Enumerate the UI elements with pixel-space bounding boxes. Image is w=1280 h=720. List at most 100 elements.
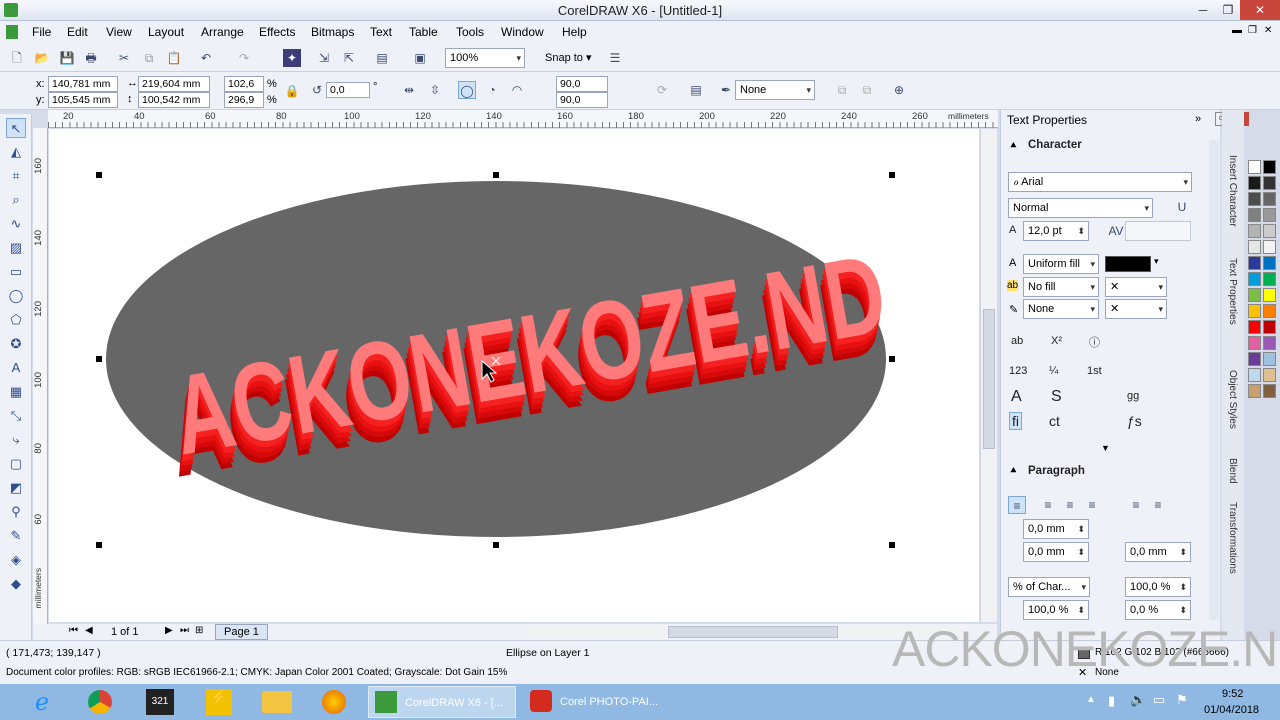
start-angle-field[interactable]: 90,0 <box>556 76 608 92</box>
opentype-label[interactable]: A <box>1011 388 1022 406</box>
task-coreldraw[interactable]: CorelDRAW X6 - [... <box>368 686 516 718</box>
text-tool-icon[interactable]: A <box>6 358 26 378</box>
convert-to-curves-icon[interactable]: ⊕ <box>890 81 908 99</box>
task-photopaint[interactable]: Corel PHOTO-PAI... <box>524 686 672 718</box>
eyedropper-tool-icon[interactable]: ⚲ <box>6 502 26 522</box>
dimension-tool-icon[interactable]: ⤡ <box>6 406 26 426</box>
h-scroll-thumb[interactable] <box>668 626 838 638</box>
align-none-icon[interactable]: ≡ <box>1008 496 1026 514</box>
palette-swatch[interactable] <box>1263 192 1276 206</box>
palette-swatch[interactable] <box>1248 320 1261 334</box>
opentype-label[interactable]: ƒs <box>1127 413 1142 429</box>
rotation-field[interactable]: 0,0 <box>326 82 370 98</box>
palette-swatch[interactable] <box>1263 352 1276 366</box>
drawing-canvas[interactable]: ACKONEKOZE.ND ACKONEKOZE.ND ACKONEKOZE.N… <box>49 129 979 622</box>
ellipse-mode-icon[interactable]: ◯ <box>458 81 476 99</box>
docker-scrollbar[interactable] <box>1209 140 1219 620</box>
connector-tool-icon[interactable]: ⤷ <box>6 430 26 450</box>
menu-window[interactable]: Window <box>501 25 544 39</box>
bg-fill-select[interactable]: No fill ▾ <box>1023 277 1099 297</box>
doc-restore-icon[interactable]: ❐ <box>1248 25 1257 36</box>
firefox-icon[interactable] <box>322 690 346 714</box>
opentype-label[interactable]: fi <box>1009 412 1022 430</box>
media-player-icon[interactable]: 321 <box>146 689 174 715</box>
menu-bitmaps[interactable]: Bitmaps <box>311 25 354 39</box>
fill-tool-icon[interactable]: ◈ <box>6 550 26 570</box>
rectangle-tool-icon[interactable]: ▭ <box>6 262 26 282</box>
tab-transformations[interactable]: Transformations <box>1227 502 1238 574</box>
undo-icon[interactable]: ↶ <box>197 49 215 67</box>
underline-icon[interactable]: U <box>1173 198 1191 216</box>
opentype-label[interactable]: ct <box>1049 413 1060 429</box>
shape-tool-icon[interactable]: ◭ <box>6 142 26 162</box>
pie-mode-icon[interactable]: ◔ <box>483 81 501 99</box>
palette-swatch[interactable] <box>1248 192 1261 206</box>
clock-time[interactable]: 9:52 <box>1222 688 1243 700</box>
end-angle-field[interactable]: 90,0 <box>556 92 608 108</box>
last-page-icon[interactable]: ⏭ <box>180 625 189 636</box>
fraction-icon[interactable]: ¼ <box>1049 365 1058 377</box>
clock-date[interactable]: 01/04/2018 <box>1204 704 1259 716</box>
search-content-icon[interactable]: ✦ <box>283 49 301 67</box>
copy-icon[interactable]: ⧉ <box>140 49 158 67</box>
outline-color-swatch[interactable]: ✕ ▾ <box>1105 299 1167 319</box>
opentype-label[interactable]: X² <box>1051 335 1062 347</box>
scroll-thumb[interactable] <box>983 309 995 449</box>
options-icon[interactable]: ☰ <box>606 49 624 67</box>
palette-swatch[interactable] <box>1263 224 1276 238</box>
fill-color-swatch[interactable] <box>1105 256 1151 272</box>
transparency-tool-icon[interactable]: ◩ <box>6 478 26 498</box>
page-tab[interactable]: Page 1 <box>215 624 268 640</box>
height-field[interactable]: 100,542 mm <box>138 92 210 108</box>
welcome-screen-icon[interactable]: ▣ <box>411 49 429 67</box>
x-position-field[interactable]: 140,781 mm <box>48 76 118 92</box>
opentype-label[interactable]: ab <box>1011 335 1023 347</box>
snap-to-button[interactable]: Snap to ▾ <box>545 51 592 64</box>
palette-swatch[interactable] <box>1248 288 1261 302</box>
force-justify-icon[interactable]: ≡ <box>1149 496 1167 514</box>
palette-swatch[interactable] <box>1263 368 1276 382</box>
palette-swatch[interactable] <box>1263 288 1276 302</box>
y-position-field[interactable]: 105,545 mm <box>48 92 118 108</box>
opentype-label[interactable]: gg <box>1127 390 1139 402</box>
palette-swatch[interactable] <box>1248 160 1261 174</box>
export-icon[interactable]: ⇱ <box>340 49 358 67</box>
expand-more-icon[interactable]: ▼ <box>1101 443 1110 453</box>
text-outline-select[interactable]: None ▾ <box>1023 299 1099 319</box>
scale-height-field[interactable]: 296,9 <box>224 92 264 108</box>
menu-effects[interactable]: Effects <box>259 25 295 39</box>
wrap-text-icon[interactable]: ▤ <box>687 81 705 99</box>
palette-swatch[interactable] <box>1248 208 1261 222</box>
first-page-icon[interactable]: ⏮ <box>69 625 78 636</box>
tray-volume-icon[interactable]: 🔈 <box>1130 692 1146 708</box>
palette-swatch[interactable] <box>1263 320 1276 334</box>
winrar-icon[interactable]: ⚡ <box>206 689 232 715</box>
to-back-icon[interactable]: ⧉ <box>858 81 876 99</box>
close-window-button[interactable]: ✕ <box>1240 0 1280 20</box>
palette-swatch[interactable] <box>1248 272 1261 286</box>
opentype-label[interactable]: S <box>1051 388 1062 406</box>
opentype-label[interactable]: 123 <box>1009 365 1027 377</box>
left-indent-field[interactable]: 0,0 mm ⬍ <box>1023 542 1089 562</box>
restore-icon[interactable]: ❐ <box>1215 0 1241 20</box>
interactive-fill-icon[interactable]: ◆ <box>6 574 26 594</box>
palette-swatch[interactable] <box>1263 208 1276 222</box>
tray-network-icon[interactable]: ▮ <box>1108 693 1115 709</box>
palette-swatch[interactable] <box>1248 352 1261 366</box>
lock-ratio-icon[interactable]: 🔒 <box>283 82 301 100</box>
palette-swatch[interactable] <box>1263 384 1276 398</box>
polygon-tool-icon[interactable]: ⬠ <box>6 310 26 330</box>
before-spacing-field[interactable]: 100,0 % ⬍ <box>1023 600 1089 620</box>
palette-swatch[interactable] <box>1263 176 1276 190</box>
menu-edit[interactable]: Edit <box>67 25 88 39</box>
tab-object-styles[interactable]: Object Styles <box>1227 370 1238 429</box>
palette-swatch[interactable] <box>1248 304 1261 318</box>
info-icon[interactable]: ⓘ <box>1089 334 1100 350</box>
redo-icon[interactable]: ↷ <box>235 49 253 67</box>
pick-tool-icon[interactable]: ↖ <box>6 118 26 138</box>
to-front-icon[interactable]: ⧉ <box>833 81 851 99</box>
tray-flag-icon[interactable]: ⚑ <box>1176 692 1188 708</box>
smart-fill-icon[interactable]: ▨ <box>6 238 26 258</box>
canvas-artwork[interactable]: ACKONEKOZE.ND ACKONEKOZE.ND ACKONEKOZE.N… <box>49 129 979 622</box>
menu-layout[interactable]: Layout <box>148 25 184 39</box>
